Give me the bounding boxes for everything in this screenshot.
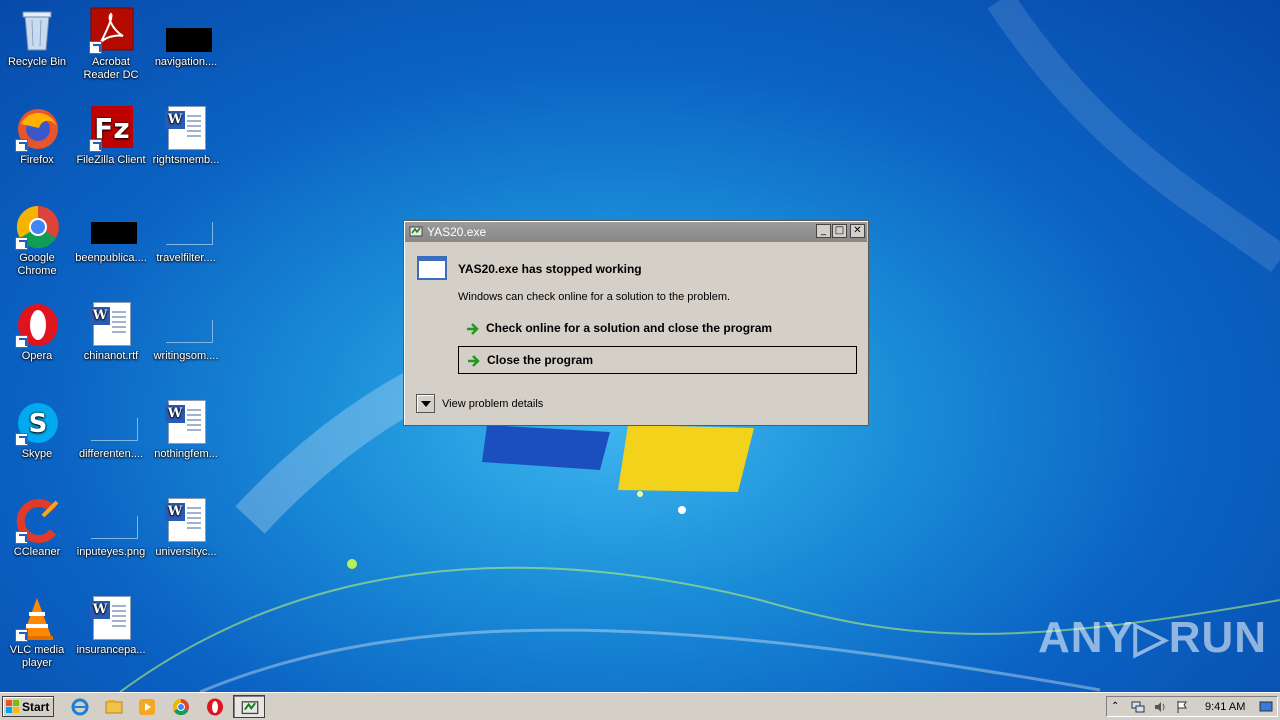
dialog-title: YAS20.exe	[427, 225, 487, 239]
view-problem-details-link[interactable]: View problem details	[442, 398, 543, 410]
word-document-icon: W	[87, 300, 135, 348]
word-document-icon: W	[162, 104, 210, 152]
anyrun-watermark: ANY▷RUN	[1038, 613, 1268, 662]
taskbar-item-yas20[interactable]	[233, 695, 265, 718]
media-player-icon[interactable]	[137, 697, 157, 717]
word-document-icon: W	[162, 496, 210, 544]
desktop-icon-recycle-bin[interactable]: Recycle Bin	[0, 6, 74, 69]
shortcut-arrow-icon	[89, 139, 102, 152]
desktop-icon-file[interactable]: beenpublica....	[74, 202, 148, 265]
opera-taskbar-icon[interactable]	[205, 697, 225, 717]
desktop-icon-ccleaner[interactable]: CCleaner	[0, 496, 74, 559]
desktop-icon-word-document[interactable]: W rightsmemb...	[149, 104, 223, 167]
acrobat-icon	[87, 6, 135, 54]
shortcut-arrow-icon	[15, 139, 28, 152]
dialog-description: Windows can check online for a solution …	[458, 291, 731, 303]
app-icon	[409, 226, 423, 237]
dialog-heading: YAS20.exe has stopped working	[458, 262, 642, 276]
recycle-bin-icon	[13, 6, 61, 54]
desktop-icon-file[interactable]: travelfilter....	[149, 202, 223, 265]
show-hidden-icons-icon[interactable]: ⌃	[1111, 700, 1125, 714]
app-icon	[241, 701, 259, 715]
desktop-icon-vlc[interactable]: VLC media player	[0, 594, 74, 670]
desktop-icon-word-document[interactable]: W universityc...	[149, 496, 223, 559]
shortcut-arrow-icon	[89, 41, 102, 54]
vlc-cone-icon	[13, 594, 61, 642]
desktop-icon-filezilla[interactable]: Fz FileZilla Client	[74, 104, 148, 167]
file-thumbnail-icon	[162, 300, 213, 348]
word-document-icon: W	[162, 398, 210, 446]
desktop-icon-acrobat[interactable]: Acrobat Reader DC	[74, 6, 148, 82]
desktop-icon-file[interactable]: writingsom....	[149, 300, 223, 363]
desktop-icon-file[interactable]: differenten....	[74, 398, 148, 461]
filezilla-icon: Fz	[87, 104, 135, 152]
file-thumbnail-icon	[162, 6, 212, 54]
green-arrow-icon	[468, 355, 480, 367]
desktop-icon-opera[interactable]: Opera	[0, 300, 74, 363]
action-center-flag-icon[interactable]	[1175, 700, 1189, 714]
opera-icon	[13, 300, 61, 348]
expand-details-button[interactable]	[416, 394, 435, 413]
desktop-icon-word-document[interactable]: W nothingfem...	[149, 398, 223, 461]
desktop-icon-file[interactable]: navigation....	[149, 6, 223, 69]
error-dialog: YAS20.exe _ □ ✕ YAS20.exe has stopped wo…	[403, 220, 869, 426]
firefox-icon	[13, 104, 61, 152]
desktop-icon-png-file[interactable]: inputeyes.png	[74, 496, 148, 559]
shortcut-arrow-icon	[15, 237, 28, 250]
chrome-taskbar-icon[interactable]	[171, 697, 191, 717]
file-thumbnail-icon	[87, 398, 138, 446]
taskbar: Start ⌃ 9:41 AM	[0, 692, 1280, 720]
minimize-button[interactable]: _	[816, 224, 831, 238]
word-document-icon: W	[87, 594, 135, 642]
skype-icon: S	[13, 398, 61, 446]
desktop-icon-google-chrome[interactable]: Google Chrome	[0, 202, 74, 278]
network-icon[interactable]	[1131, 700, 1145, 714]
taskbar-clock[interactable]: 9:41 AM	[1205, 701, 1245, 713]
show-desktop-icon[interactable]	[1259, 700, 1273, 714]
green-arrow-icon	[467, 323, 479, 335]
volume-icon[interactable]	[1153, 700, 1167, 714]
shortcut-arrow-icon	[15, 531, 28, 544]
file-thumbnail-icon	[162, 202, 213, 250]
shortcut-arrow-icon	[15, 629, 28, 642]
dialog-titlebar[interactable]: YAS20.exe _ □ ✕	[405, 222, 867, 242]
svg-text:S: S	[29, 409, 48, 439]
check-online-option[interactable]: Check online for a solution and close th…	[458, 315, 857, 343]
start-button[interactable]: Start	[2, 696, 54, 717]
desktop-icon-firefox[interactable]: Firefox	[0, 104, 74, 167]
shortcut-arrow-icon	[15, 335, 28, 348]
windows-logo-icon	[6, 700, 19, 713]
shortcut-arrow-icon	[15, 433, 28, 446]
desktop-icon-rtf-document[interactable]: W chinanot.rtf	[74, 300, 148, 363]
desktop-icon-skype[interactable]: S Skype	[0, 398, 74, 461]
desktop-icon-word-document[interactable]: W insurancepa...	[74, 594, 148, 657]
image-file-icon	[87, 496, 138, 544]
maximize-button[interactable]: □	[832, 224, 847, 238]
close-button[interactable]: ✕	[850, 224, 865, 238]
file-thumbnail-icon	[87, 202, 137, 250]
close-program-option[interactable]: Close the program	[458, 346, 857, 374]
ccleaner-icon	[13, 496, 61, 544]
program-window-icon	[417, 256, 447, 280]
internet-explorer-icon[interactable]	[70, 697, 90, 717]
file-explorer-icon[interactable]	[104, 697, 124, 717]
chrome-icon	[13, 202, 61, 250]
system-tray: ⌃ 9:41 AM	[1106, 696, 1278, 717]
